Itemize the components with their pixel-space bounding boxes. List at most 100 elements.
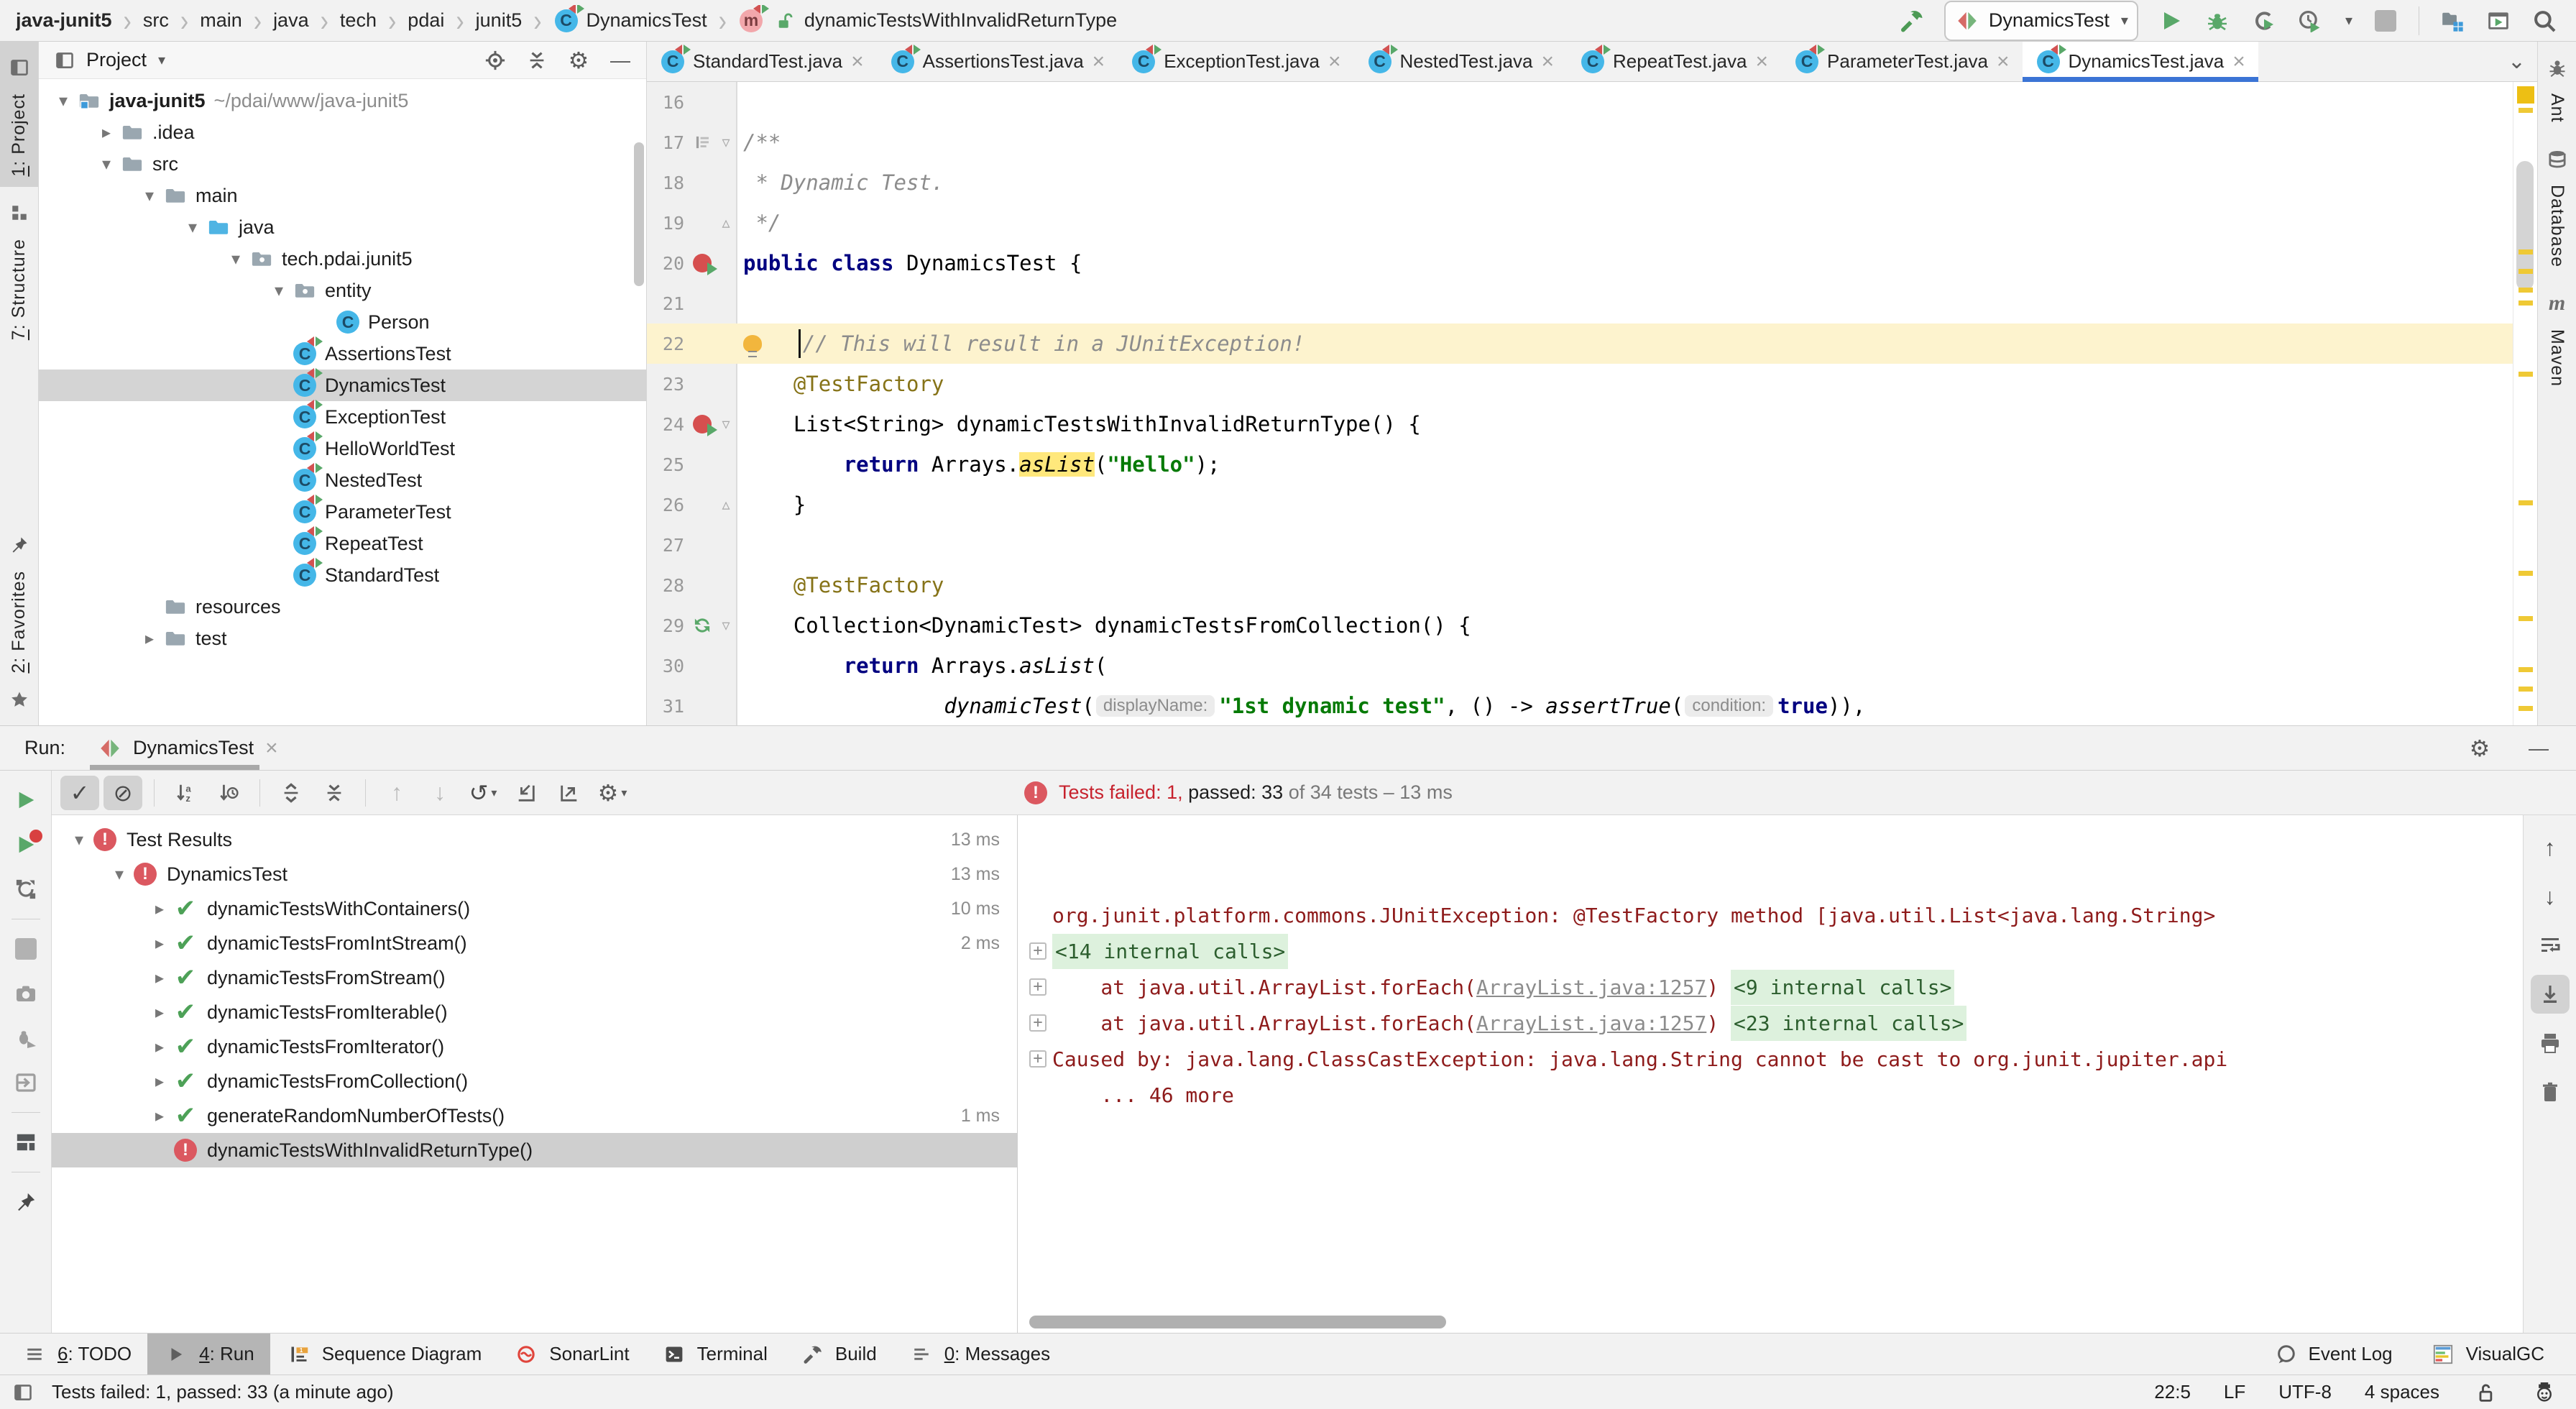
project-tree-row[interactable]: CParameterTest	[39, 496, 646, 528]
warning-stripe-mark[interactable]	[2518, 571, 2533, 576]
coverage-icon[interactable]	[2250, 5, 2276, 37]
warning-stripe-mark[interactable]	[2518, 372, 2533, 377]
gutter-icon[interactable]	[689, 133, 716, 152]
stop-icon[interactable]	[2373, 5, 2398, 37]
toolwindow-button-4-run[interactable]: 4: Run	[147, 1334, 270, 1374]
editor-tab[interactable]: CExceptionTest.java×	[1118, 42, 1353, 81]
chevron-right-icon[interactable]: ▸	[147, 1037, 172, 1057]
project-tree-row[interactable]: ▸test	[39, 623, 646, 654]
chevron-down-icon[interactable]: ▾	[106, 864, 132, 885]
breadcrumb-class[interactable]: CDynamicsTest	[553, 5, 707, 37]
project-scrollbar[interactable]	[634, 142, 644, 286]
close-icon[interactable]: ×	[851, 50, 864, 74]
editor-tab[interactable]: CParameterTest.java×	[1781, 42, 2023, 81]
breadcrumb-item[interactable]: pdai	[408, 9, 444, 32]
caret-position[interactable]: 22:5	[2154, 1381, 2191, 1403]
project-tree-row[interactable]: CNestedTest	[39, 464, 646, 496]
fold-marker[interactable]: ▵	[716, 495, 736, 514]
test-tree-row[interactable]: ▸✔dynamicTestsWithContainers()10 ms	[52, 891, 1017, 926]
gear-icon[interactable]: ⚙	[566, 45, 592, 76]
toolwindow-button-sonarlint[interactable]: SonarLint	[497, 1334, 645, 1374]
console-fold-icon[interactable]: +	[1024, 1014, 1052, 1032]
scroll-end-icon[interactable]	[2531, 975, 2570, 1014]
stacktrace-link[interactable]: ArrayList.java:1257	[1476, 976, 1706, 999]
toolwindow-button-sequence-diagram[interactable]: 1Sequence Diagram	[270, 1334, 498, 1374]
close-icon[interactable]: ×	[2232, 50, 2245, 74]
chevron-down-icon[interactable]: ▾	[93, 154, 119, 175]
run-tab[interactable]: DynamicsTest ×	[84, 726, 291, 770]
sidebar-tab-database[interactable]: Database	[2538, 133, 2576, 277]
search-everywhere-icon[interactable]	[2531, 5, 2557, 37]
chevron-right-icon[interactable]: ▸	[93, 122, 119, 143]
chevron-down-icon[interactable]: ▾	[223, 249, 249, 270]
chevron-right-icon[interactable]: ▸	[147, 968, 172, 988]
breadcrumb-item[interactable]: junit5	[476, 9, 523, 32]
project-tree-row[interactable]: CRepeatTest	[39, 528, 646, 559]
show-passed-icon[interactable]: ✓	[60, 776, 99, 810]
hidden-tabs-chevron-icon[interactable]: ⌄	[2508, 42, 2537, 81]
warning-stripe-mark[interactable]	[2518, 706, 2533, 711]
editor-tab[interactable]: CStandardTest.java×	[647, 42, 877, 81]
console-output[interactable]: org.junit.platform.commons.JUnitExceptio…	[1018, 815, 2523, 1333]
fold-marker[interactable]: ▿	[716, 616, 736, 635]
import-into-editor-icon[interactable]	[0, 1060, 51, 1105]
run-failed-gutter-icon[interactable]	[689, 415, 716, 433]
toggle-auto-test-icon[interactable]	[0, 867, 51, 912]
hide-icon[interactable]: —	[2526, 733, 2552, 764]
warning-stripe-mark[interactable]	[2518, 616, 2533, 621]
test-tree-row[interactable]: ▸✔dynamicTestsFromIterator()	[52, 1029, 1017, 1064]
project-tree-row[interactable]: ▾java-junit5~/pdai/www/java-junit5	[39, 85, 646, 116]
collapse-all-icon[interactable]	[315, 776, 354, 810]
sidebar-tab-maven[interactable]: mMaven	[2538, 277, 2576, 397]
sidebar-tab-2-favorites[interactable]: 2: Favorites	[0, 519, 38, 725]
breadcrumb-item[interactable]: tech	[340, 9, 377, 32]
print-icon[interactable]	[2531, 1024, 2570, 1063]
pin-icon[interactable]	[0, 1180, 51, 1224]
inspection-profile-icon[interactable]	[2531, 1377, 2557, 1408]
editor-tab[interactable]: CAssertionsTest.java×	[877, 42, 1118, 81]
editor-tab[interactable]: CRepeatTest.java×	[1567, 42, 1781, 81]
breadcrumb-item[interactable]: src	[143, 9, 169, 32]
expand-all-icon[interactable]	[272, 776, 310, 810]
close-icon[interactable]: ×	[1328, 50, 1341, 74]
debug-icon[interactable]	[2204, 5, 2230, 37]
show-ignored-icon[interactable]: ⊘	[104, 776, 142, 810]
import-tests-icon[interactable]	[507, 776, 546, 810]
warning-stripe-mark[interactable]	[2518, 300, 2533, 306]
close-icon[interactable]: ×	[1755, 50, 1768, 74]
project-tree-row[interactable]: ▾main	[39, 180, 646, 211]
editor-tab[interactable]: CNestedTest.java×	[1354, 42, 1568, 81]
gear-icon[interactable]: ⚙	[2467, 733, 2493, 764]
project-tree-row[interactable]: ▾entity	[39, 275, 646, 306]
project-tree-row[interactable]: ▾tech.pdai.junit5	[39, 243, 646, 275]
hammer-icon[interactable]	[1898, 5, 1924, 37]
close-icon[interactable]: ×	[1092, 50, 1105, 74]
fold-marker[interactable]: ▿	[716, 133, 736, 152]
warning-stripe-mark[interactable]	[2518, 108, 2533, 113]
stop-icon[interactable]	[0, 927, 51, 971]
thread-dump-icon[interactable]	[0, 971, 51, 1016]
layout-icon[interactable]	[0, 1120, 51, 1165]
clear-icon[interactable]	[2531, 1073, 2570, 1111]
breadcrumb-item[interactable]: java-junit5	[16, 9, 112, 32]
console-fold-icon[interactable]: +	[1024, 942, 1052, 960]
locate-icon[interactable]	[482, 45, 508, 76]
sidebar-tab-1-project[interactable]: 1: Project	[0, 42, 38, 187]
run-failed-gutter-icon[interactable]	[689, 254, 716, 272]
project-tree-row[interactable]: CHelloWorldTest	[39, 433, 646, 464]
tool-window-switcher-icon[interactable]	[10, 1377, 36, 1408]
toolwindow-button-6-todo[interactable]: 6: TODO	[6, 1334, 147, 1374]
test-tree-row[interactable]: ▸✔dynamicTestsFromIterable()	[52, 995, 1017, 1029]
toolwindow-button-build[interactable]: Build	[783, 1334, 893, 1374]
project-tree-row[interactable]: CDynamicsTest	[39, 370, 646, 401]
profiler-icon[interactable]	[2296, 5, 2322, 37]
warning-stripe-mark[interactable]	[2518, 500, 2533, 505]
test-tree-row[interactable]: ▸✔dynamicTestsFromStream()	[52, 960, 1017, 995]
close-icon[interactable]: ×	[1997, 50, 2010, 74]
test-tree-row[interactable]: ▾!Test Results13 ms	[52, 822, 1017, 857]
warning-stripe-mark[interactable]	[2518, 288, 2533, 293]
hide-icon[interactable]: —	[607, 45, 633, 76]
project-tree-row[interactable]: CAssertionsTest	[39, 338, 646, 370]
gear-icon[interactable]: ⚙▾	[593, 776, 632, 810]
breadcrumb-method[interactable]: mdynamicTestsWithInvalidReturnType	[738, 5, 1117, 37]
